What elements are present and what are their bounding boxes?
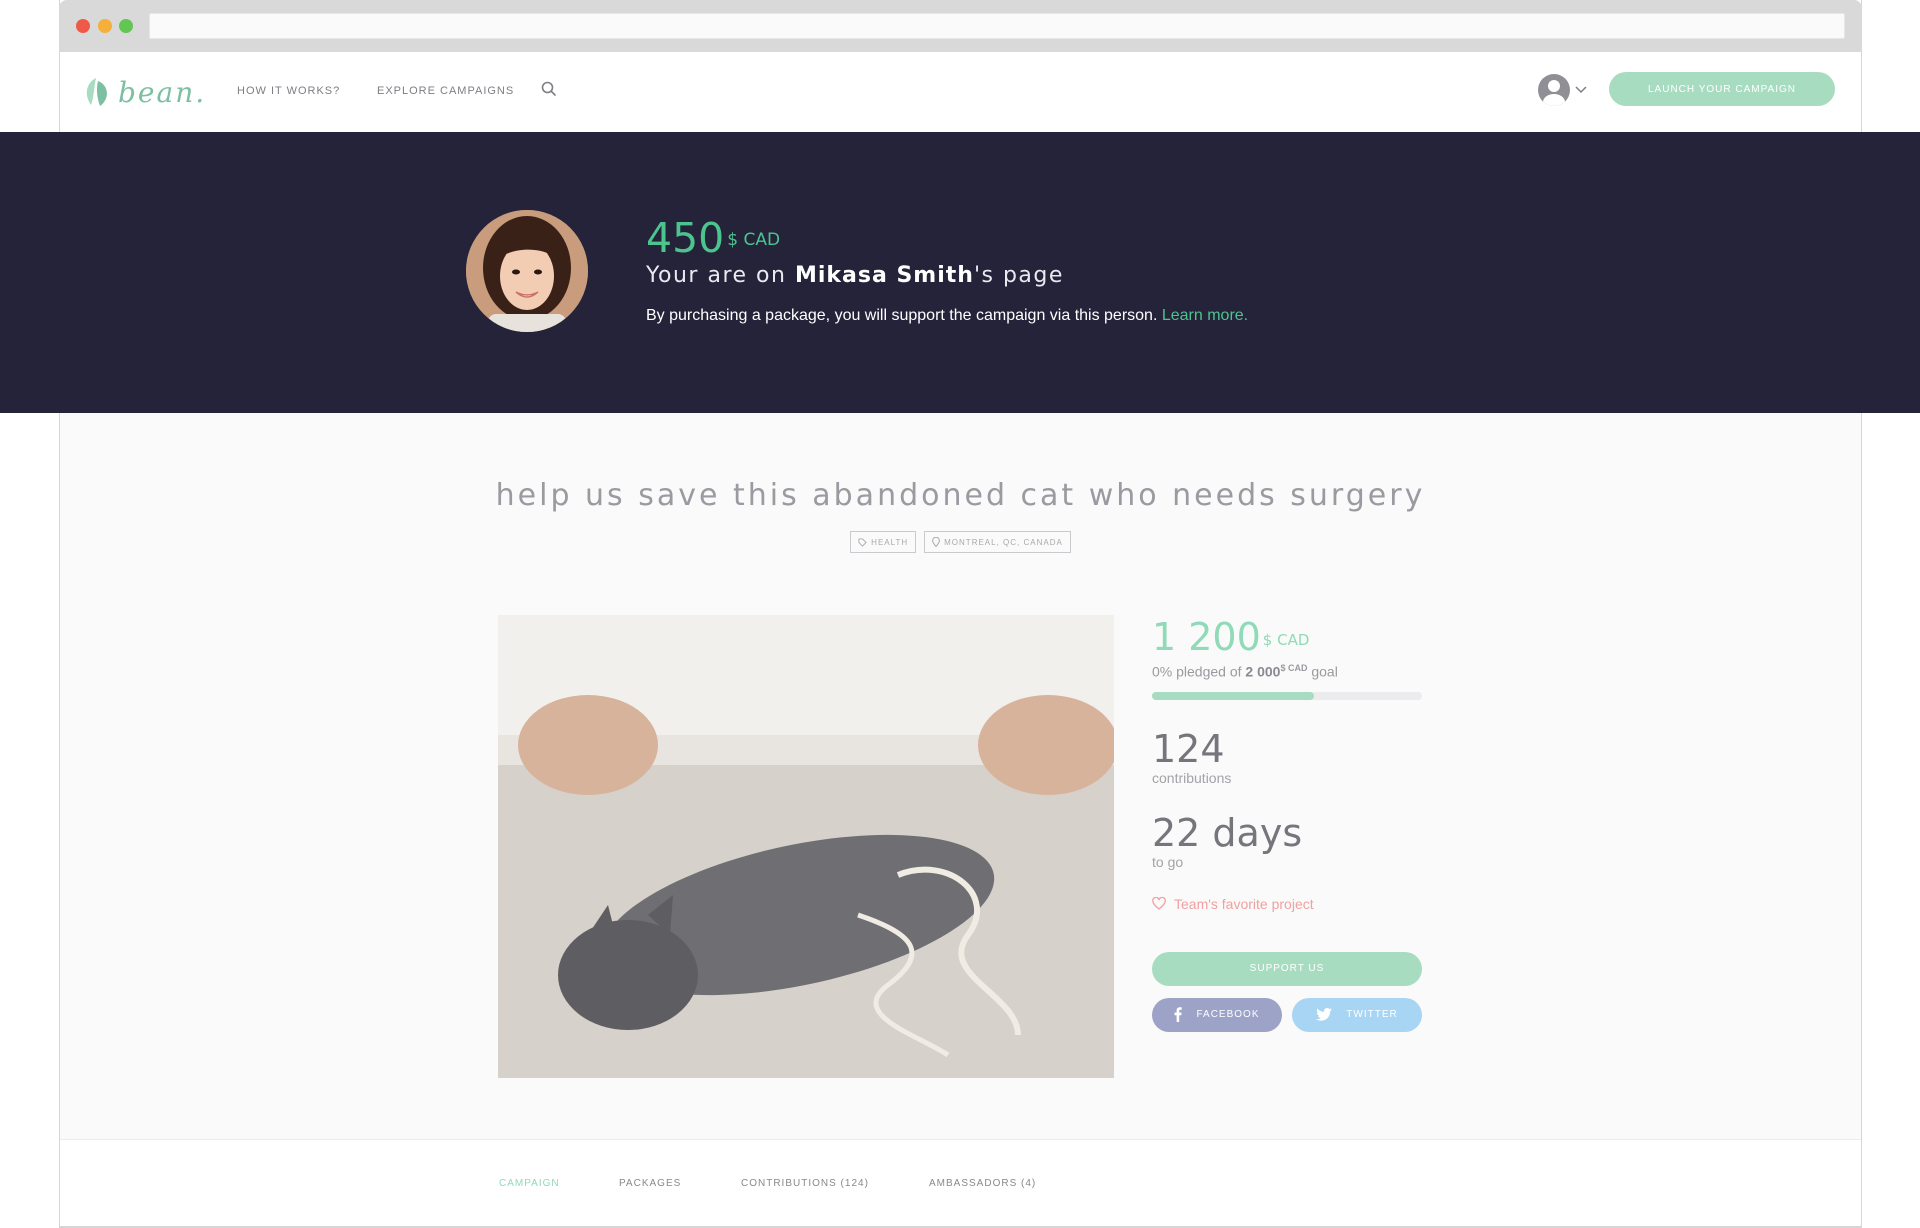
- close-window-button[interactable]: [76, 19, 90, 33]
- browser-titlebar: [59, 0, 1862, 52]
- search-icon[interactable]: [540, 80, 558, 98]
- facebook-label: FACEBOOK: [1196, 1009, 1260, 1021]
- tab-contributions[interactable]: CONTRIBUTIONS (124): [741, 1178, 869, 1189]
- tag-icon: [858, 537, 867, 547]
- tab-ambassadors[interactable]: AMBASSADORS (4): [929, 1178, 1036, 1189]
- location-pin-icon: [932, 537, 941, 547]
- tab-campaign[interactable]: CAMPAIGN: [499, 1178, 560, 1189]
- raised-value: 1 200: [1152, 615, 1261, 659]
- team-favorite-label: Team's favorite project: [1174, 895, 1314, 912]
- pledged-suffix: goal: [1307, 663, 1338, 680]
- maximize-window-button[interactable]: [119, 19, 133, 33]
- tag-location[interactable]: MONTREAL, QC, CANADA: [924, 531, 1071, 553]
- twitter-share-button[interactable]: TWITTER: [1292, 997, 1422, 1032]
- ambassador-amount-value: 450: [646, 214, 725, 262]
- chevron-down-icon[interactable]: [1575, 86, 1587, 94]
- facebook-share-button[interactable]: FACEBOOK: [1152, 997, 1282, 1032]
- site-header: bean. HOW IT WORKS? EXPLORE CAMPAIGNS LA…: [60, 52, 1861, 132]
- cat-photo: [498, 615, 1114, 1078]
- ambassador-banner: 450 $ CAD Your are on Mikasa Smith's page…: [0, 132, 1920, 413]
- campaign-tabs: CAMPAIGN PACKAGES CONTRIBUTIONS (124) AM…: [60, 1139, 1861, 1228]
- user-avatar-icon[interactable]: [1538, 74, 1570, 106]
- support-us-button[interactable]: SUPPORT US: [1152, 951, 1422, 986]
- user-menu[interactable]: [1538, 74, 1587, 106]
- heading-suffix: 's page: [973, 263, 1064, 288]
- launch-campaign-button[interactable]: LAUNCH YOUR CAMPAIGN: [1609, 72, 1835, 106]
- heart-icon: [1152, 897, 1166, 910]
- contributions-count: 124: [1152, 726, 1225, 771]
- twitter-label: TWITTER: [1346, 1009, 1398, 1021]
- ambassador-heading: Your are on Mikasa Smith's page: [646, 263, 1064, 288]
- ambassador-photo: [466, 210, 588, 332]
- nav-how-it-works[interactable]: HOW IT WORKS?: [237, 85, 340, 97]
- share-buttons: FACEBOOK TWITTER: [1152, 997, 1422, 1032]
- nav-explore-campaigns[interactable]: EXPLORE CAMPAIGNS: [377, 85, 514, 97]
- tag-location-label: MONTREAL, QC, CANADA: [944, 537, 1063, 547]
- team-favorite-badge: Team's favorite project: [1152, 896, 1422, 912]
- learn-more-link[interactable]: Learn more.: [1162, 307, 1248, 324]
- goal-currency: $ CAD: [1280, 663, 1308, 673]
- ambassador-name: Mikasa Smith: [794, 263, 974, 288]
- raised-amount: 1 200 $ CAD: [1152, 617, 1422, 657]
- tag-health[interactable]: HEALTH: [850, 531, 917, 553]
- address-bar[interactable]: [149, 13, 1845, 39]
- logo[interactable]: bean.: [82, 72, 206, 112]
- logo-text: bean.: [118, 75, 207, 109]
- days-remaining: 22 days: [1152, 810, 1303, 855]
- pledged-text: 0% pledged of 2 000$ CAD goal: [1152, 663, 1422, 680]
- twitter-icon: [1316, 1008, 1333, 1021]
- goal-amount: 2 000: [1245, 663, 1281, 680]
- ambassador-amount: 450 $ CAD: [646, 216, 780, 260]
- campaign-section: help us save this abandoned cat who need…: [60, 413, 1861, 1139]
- tag-health-label: HEALTH: [871, 537, 909, 547]
- leaf-logo-icon: [86, 78, 107, 106]
- raised-currency: $ CAD: [1262, 631, 1310, 649]
- tab-packages[interactable]: PACKAGES: [619, 1178, 681, 1189]
- pledged-prefix: 0% pledged of: [1152, 663, 1246, 680]
- campaign-image: [498, 615, 1114, 1078]
- days-label: to go: [1152, 853, 1184, 870]
- facebook-icon: [1174, 1007, 1183, 1023]
- campaign-stats: 1 200 $ CAD 0% pledged of 2 000$ CAD goal…: [1152, 615, 1422, 1032]
- ambassador-description: By purchasing a package, you will suppor…: [646, 307, 1248, 325]
- minimize-window-button[interactable]: [98, 19, 112, 33]
- heading-prefix: Your are on: [646, 263, 795, 288]
- ambassador-currency: $ CAD: [727, 230, 781, 250]
- ambassador-description-text: By purchasing a package, you will suppor…: [646, 307, 1158, 324]
- contributions-label: contributions: [1152, 769, 1232, 786]
- funding-progress-bar: [1152, 691, 1422, 700]
- campaign-title: help us save this abandoned cat who need…: [495, 478, 1426, 513]
- campaign-tags: HEALTH MONTREAL, QC, CANADA: [60, 531, 1861, 553]
- ambassador-portrait: [466, 210, 588, 332]
- funding-progress-fill: [1152, 691, 1314, 700]
